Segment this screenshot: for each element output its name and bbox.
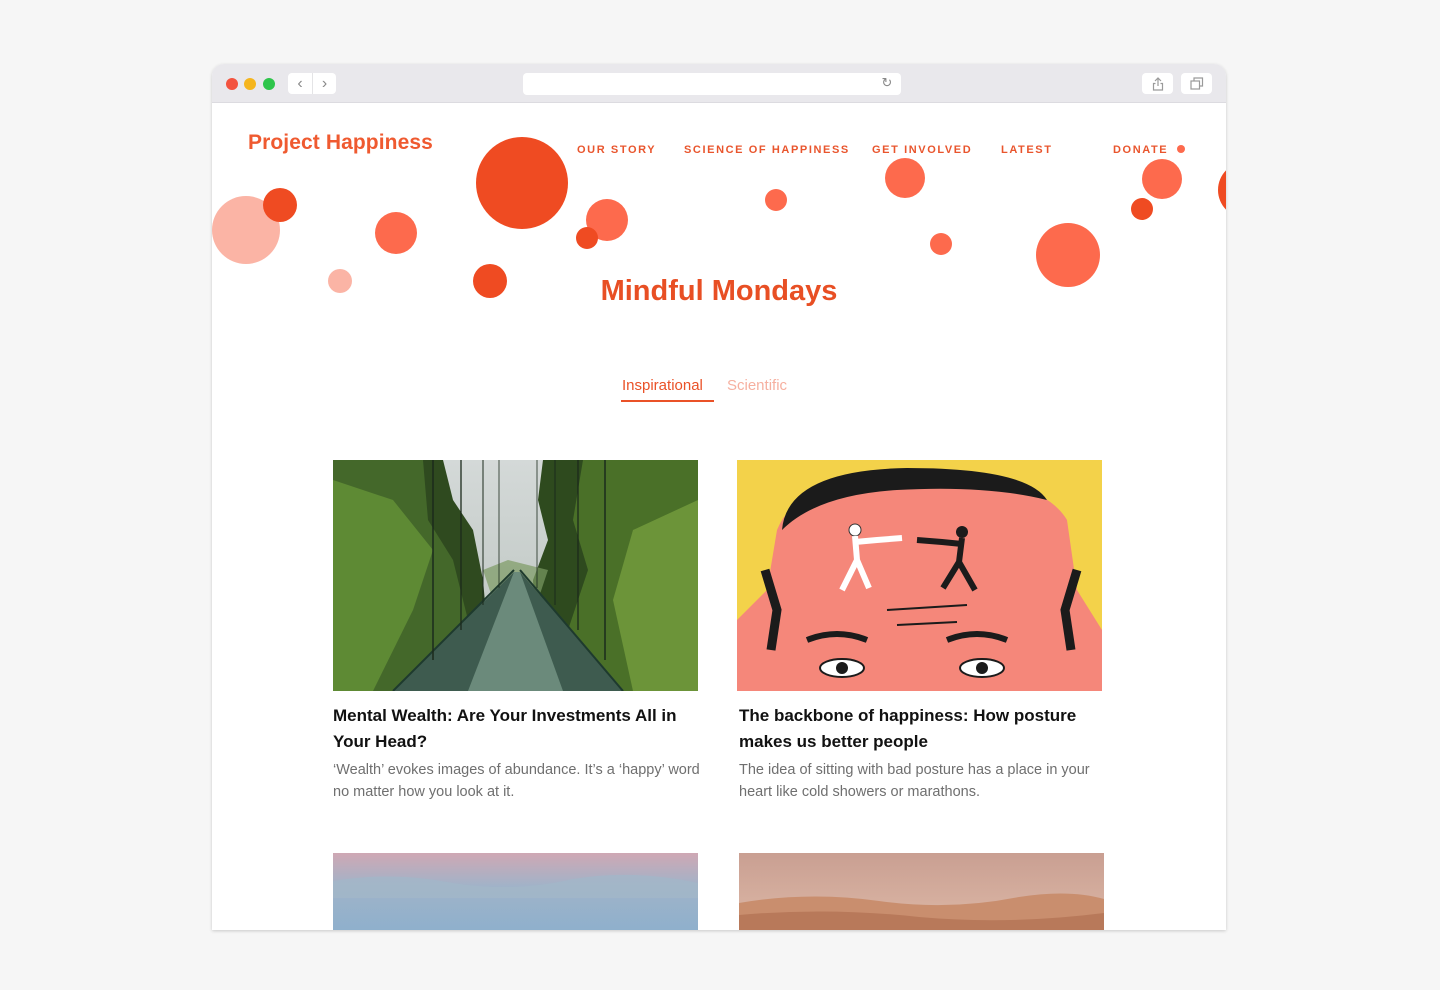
page-title: Mindful Mondays (600, 275, 838, 307)
tabs-icon (1189, 77, 1203, 90)
article-excerpt-backbone: The idea of sitting with bad posture has… (739, 762, 1090, 800)
decorative-bubble (576, 227, 598, 249)
history-nav: ‹ › (288, 73, 336, 94)
close-window-button[interactable] (226, 78, 238, 90)
address-bar[interactable]: ↻ (523, 73, 901, 95)
nav-science-of-happiness[interactable]: SCIENCE OF HAPPINESS (684, 144, 850, 156)
bridge-photo (333, 460, 698, 691)
nav-donate[interactable]: DONATE (1113, 144, 1168, 156)
tab-inspirational[interactable]: Inspirational (622, 377, 703, 394)
decorative-bubble (1218, 162, 1226, 218)
maximize-window-button[interactable] (263, 78, 275, 90)
share-icon (1152, 76, 1163, 91)
nav-our-story[interactable]: OUR STORY (577, 144, 656, 156)
decorative-bubble (476, 137, 568, 229)
desert-photo (739, 853, 1104, 930)
decorative-bubble (1177, 145, 1185, 153)
browser-toolbar: ‹ › ↻ (212, 64, 1226, 103)
article-image-desert[interactable] (739, 853, 1104, 930)
nav-get-involved[interactable]: GET INVOLVED (872, 144, 972, 156)
fencing-head-illustration (737, 460, 1102, 691)
active-tab-indicator (621, 400, 714, 402)
article-image-bridge[interactable] (333, 460, 698, 691)
article-title-backbone[interactable]: The backbone of happiness: How posture m… (739, 703, 1109, 755)
tab-scientific[interactable]: Scientific (727, 377, 787, 394)
site-logo[interactable]: Project Happiness (248, 131, 433, 155)
sky-photo (333, 853, 698, 930)
minimize-window-button[interactable] (244, 78, 256, 90)
forward-icon[interactable]: › (312, 73, 336, 94)
article-image-sky[interactable] (333, 853, 698, 930)
article-title-mental-wealth[interactable]: Mental Wealth: Are Your Investments All … (333, 703, 703, 755)
article-excerpt-mental-wealth: ‘Wealth’ evokes images of abundance. It’… (333, 762, 700, 800)
decorative-bubble (885, 158, 925, 198)
back-icon[interactable]: ‹ (288, 73, 312, 94)
decorative-bubble (930, 233, 952, 255)
browser-window: ‹ › ↻ Project Happiness OUR STORY SCIENC… (212, 64, 1226, 930)
nav-latest[interactable]: LATEST (1001, 144, 1053, 156)
page-viewport: Project Happiness OUR STORY SCIENCE OF H… (212, 103, 1226, 930)
decorative-bubble (1142, 159, 1182, 199)
decorative-bubble (375, 212, 417, 254)
article-image-illustration[interactable] (737, 460, 1102, 691)
tabs-overview-button[interactable] (1181, 73, 1212, 94)
decorative-bubble (263, 188, 297, 222)
decorative-bubble (1131, 198, 1153, 220)
reload-icon[interactable]: ↻ (880, 76, 894, 90)
decorative-bubble (765, 189, 787, 211)
share-button[interactable] (1142, 73, 1173, 94)
